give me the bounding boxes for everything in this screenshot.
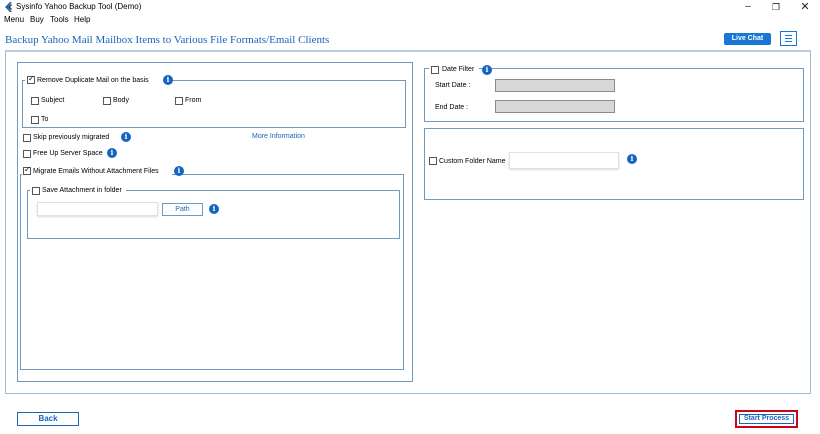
custom-folder-input[interactable] [509,152,619,169]
save-attachment-info-icon[interactable]: i [209,204,219,214]
body-checkbox[interactable] [103,97,111,105]
migrate-without-attachments-checkbox[interactable] [23,165,31,175]
back-button[interactable]: Back [17,412,79,426]
date-filter-group [424,68,804,122]
start-process-label: Start Process [739,414,794,424]
close-button[interactable]: ✕ [792,0,818,14]
migrate-without-attachments-info-icon[interactable]: i [174,166,184,176]
skip-migrated-label: Skip previously migrated [33,133,110,142]
from-checkbox[interactable] [175,97,183,105]
date-filter-info-icon[interactable]: i [482,65,492,75]
close-icon: ✕ [800,1,810,13]
date-filter-label: Date Filter [442,65,475,74]
app-logo-icon [5,2,12,12]
custom-folder-label: Custom Folder Name [439,157,506,166]
subject-checkbox[interactable] [31,97,39,105]
start-date-label: Start Date : [435,81,471,90]
minimize-icon: – [745,1,751,12]
start-process-button[interactable]: Start Process [735,410,798,428]
to-label: To [41,115,49,124]
remove-duplicates-label: Remove Duplicate Mail on the basis [37,76,149,85]
minimize-button[interactable]: – [735,0,761,14]
hamburger-menu-button[interactable] [780,31,797,46]
remove-duplicates-group [22,80,406,128]
to-checkbox[interactable] [31,116,39,124]
attachment-path-input[interactable] [37,202,158,216]
start-date-input[interactable] [495,79,615,92]
subject-label: Subject [41,96,65,105]
path-button[interactable]: Path [162,203,203,216]
from-label: From [185,96,202,105]
page-title: Backup Yahoo Mail Mailbox Items to Vario… [5,34,330,46]
menu-item-tools[interactable]: Tools [50,14,69,26]
remove-duplicates-info-icon[interactable]: i [163,75,173,85]
maximize-icon: ❐ [771,2,781,12]
migrate-without-attachments-label: Migrate Emails Without Attachment Files [33,167,159,176]
maximize-button[interactable]: ❐ [763,0,789,14]
menu-item-buy[interactable]: Buy [30,14,44,26]
window-title: Sysinfo Yahoo Backup Tool (Demo) [16,2,142,11]
date-filter-checkbox[interactable] [431,66,439,74]
free-up-space-checkbox[interactable] [23,150,31,158]
skip-migrated-checkbox[interactable] [23,134,31,142]
free-up-space-info-icon[interactable]: i [107,148,117,158]
menu-item-menu[interactable]: Menu [4,14,24,26]
more-information-link[interactable]: More Information [252,133,305,140]
save-attachment-checkbox[interactable] [32,187,40,195]
remove-duplicates-checkbox[interactable] [27,74,35,84]
custom-folder-info-icon[interactable]: i [627,154,637,164]
skip-migrated-info-icon[interactable]: i [121,132,131,142]
live-chat-button[interactable]: Live Chat [724,33,771,45]
end-date-input[interactable] [495,100,615,113]
free-up-space-label: Free Up Server Space [33,149,103,158]
custom-folder-checkbox[interactable] [429,157,437,165]
save-attachment-label: Save Attachment in folder [42,186,122,195]
end-date-label: End Date : [435,103,469,112]
menu-item-help[interactable]: Help [74,14,90,26]
body-label: Body [113,96,129,105]
